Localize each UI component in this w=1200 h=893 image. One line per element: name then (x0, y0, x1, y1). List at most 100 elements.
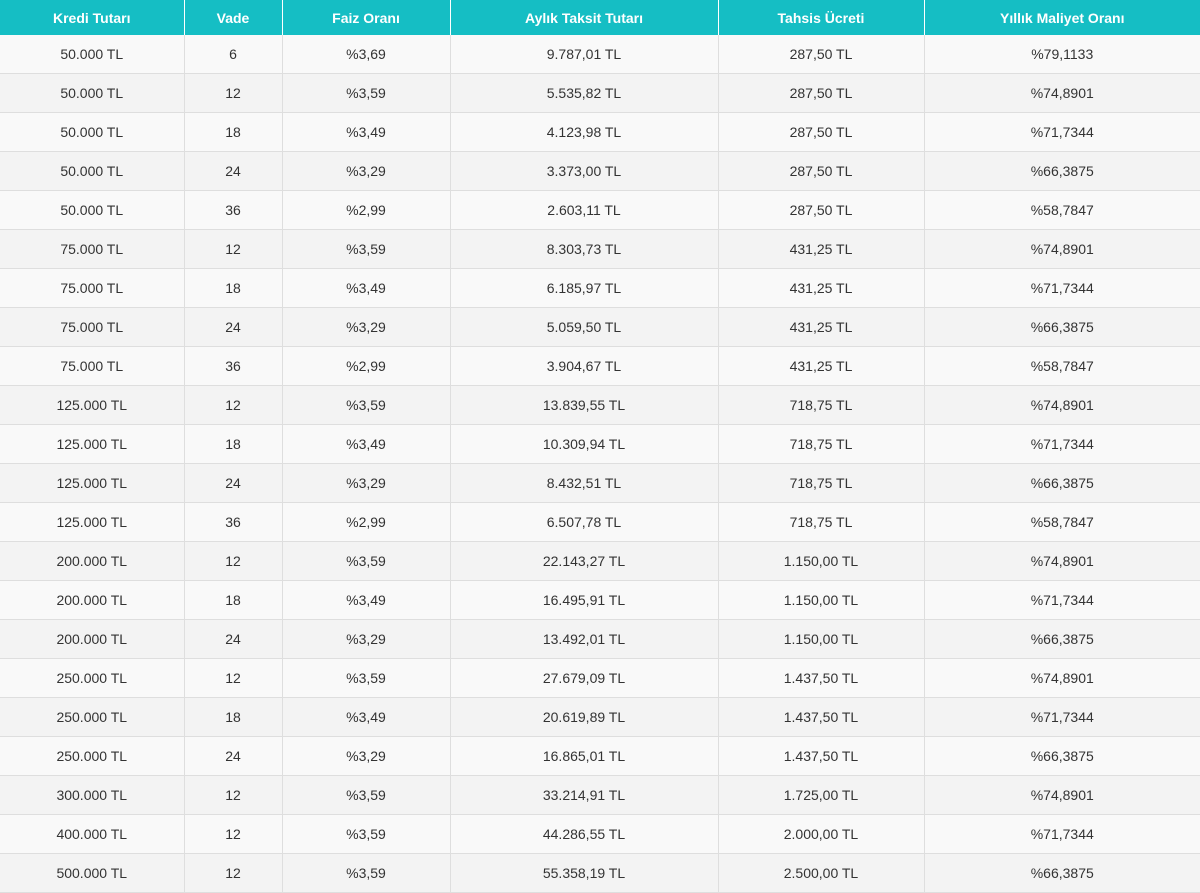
table-row: 50.000 TL 6 %3,69 9.787,01 TL 287,50 TL %79,1… (0, 35, 1200, 74)
cell-kredi-tutari: 400.000 TL (0, 814, 185, 854)
cell-aylik-taksit: 33.214,91 TL (450, 775, 719, 815)
table-row: 400.000 TL 12 %3,59 44.286,55 TL 2.000,00 TL… (0, 814, 1200, 854)
cell-vade: 12 (184, 658, 283, 698)
cell-vade: 12 (184, 775, 283, 815)
cell-faiz-orani: %3,49 (282, 268, 451, 308)
cell-aylik-taksit: 6.507,78 TL (450, 502, 719, 542)
table-header: Kredi Tutarı Vade Faiz Oranı Aylık Taksi… (0, 0, 1200, 35)
cell-tahsis-ucreti: 718,75 TL (718, 385, 925, 425)
cell-aylik-taksit: 4.123,98 TL (450, 112, 719, 152)
cell-tahsis-ucreti: 718,75 TL (718, 502, 925, 542)
cell-tahsis-ucreti: 1.150,00 TL (718, 619, 925, 659)
cell-aylik-taksit: 2.603,11 TL (450, 190, 719, 230)
table-row: 200.000 TL 18 %3,49 16.495,91 TL 1.150,00 TL… (0, 580, 1200, 620)
cell-yillik-maliyet: %74,8901 (924, 658, 1200, 698)
cell-tahsis-ucreti: 431,25 TL (718, 307, 925, 347)
cell-faiz-orani: %3,59 (282, 775, 451, 815)
cell-faiz-orani: %3,49 (282, 112, 451, 152)
cell-yillik-maliyet: %66,3875 (924, 151, 1200, 191)
cell-yillik-maliyet: %74,8901 (924, 73, 1200, 113)
cell-yillik-maliyet: %71,7344 (924, 580, 1200, 620)
cell-tahsis-ucreti: 1.725,00 TL (718, 775, 925, 815)
cell-tahsis-ucreti: 2.000,00 TL (718, 814, 925, 854)
header-tahsis-ucreti: Tahsis Ücreti (718, 0, 925, 35)
cell-vade: 36 (184, 346, 283, 386)
cell-faiz-orani: %3,59 (282, 814, 451, 854)
cell-vade: 6 (184, 35, 283, 74)
cell-tahsis-ucreti: 287,50 TL (718, 112, 925, 152)
cell-kredi-tutari: 125.000 TL (0, 385, 185, 425)
cell-vade: 18 (184, 424, 283, 464)
cell-aylik-taksit: 16.495,91 TL (450, 580, 719, 620)
cell-aylik-taksit: 6.185,97 TL (450, 268, 719, 308)
cell-vade: 18 (184, 268, 283, 308)
table-row: 125.000 TL 24 %3,29 8.432,51 TL 718,75 TL %66… (0, 463, 1200, 503)
header-kredi-tutari: Kredi Tutarı (0, 0, 185, 35)
cell-vade: 36 (184, 190, 283, 230)
cell-yillik-maliyet: %74,8901 (924, 541, 1200, 581)
table-row: 250.000 TL 12 %3,59 27.679,09 TL 1.437,50 TL… (0, 658, 1200, 698)
header-vade: Vade (184, 0, 283, 35)
cell-tahsis-ucreti: 287,50 TL (718, 35, 925, 74)
cell-faiz-orani: %3,29 (282, 151, 451, 191)
header-aylik-taksit: Aylık Taksit Tutarı (450, 0, 719, 35)
cell-tahsis-ucreti: 1.437,50 TL (718, 697, 925, 737)
cell-kredi-tutari: 50.000 TL (0, 190, 185, 230)
cell-aylik-taksit: 10.309,94 TL (450, 424, 719, 464)
table-row: 250.000 TL 18 %3,49 20.619,89 TL 1.437,50 TL… (0, 697, 1200, 737)
cell-vade: 24 (184, 151, 283, 191)
cell-vade: 18 (184, 580, 283, 620)
table-row: 200.000 TL 12 %3,59 22.143,27 TL 1.150,00 TL… (0, 541, 1200, 581)
cell-yillik-maliyet: %58,7847 (924, 502, 1200, 542)
cell-faiz-orani: %3,29 (282, 307, 451, 347)
cell-aylik-taksit: 27.679,09 TL (450, 658, 719, 698)
cell-aylik-taksit: 5.059,50 TL (450, 307, 719, 347)
cell-vade: 24 (184, 307, 283, 347)
cell-kredi-tutari: 50.000 TL (0, 151, 185, 191)
cell-vade: 24 (184, 619, 283, 659)
cell-tahsis-ucreti: 431,25 TL (718, 229, 925, 269)
cell-kredi-tutari: 200.000 TL (0, 541, 185, 581)
cell-faiz-orani: %3,69 (282, 35, 451, 74)
cell-aylik-taksit: 3.904,67 TL (450, 346, 719, 386)
cell-vade: 36 (184, 502, 283, 542)
table-row: 125.000 TL 36 %2,99 6.507,78 TL 718,75 TL %58… (0, 502, 1200, 542)
cell-faiz-orani: %3,29 (282, 463, 451, 503)
cell-aylik-taksit: 22.143,27 TL (450, 541, 719, 581)
loan-table: Kredi Tutarı Vade Faiz Oranı Aylık Taksi… (0, 0, 1200, 893)
cell-faiz-orani: %2,99 (282, 502, 451, 542)
cell-yillik-maliyet: %66,3875 (924, 736, 1200, 776)
table-row: 50.000 TL 24 %3,29 3.373,00 TL 287,50 TL %66,… (0, 151, 1200, 191)
header-row: Kredi Tutarı Vade Faiz Oranı Aylık Taksi… (0, 0, 1200, 35)
cell-kredi-tutari: 50.000 TL (0, 35, 185, 74)
cell-vade: 18 (184, 697, 283, 737)
cell-kredi-tutari: 125.000 TL (0, 502, 185, 542)
table-row: 50.000 TL 12 %3,59 5.535,82 TL 287,50 TL %74,… (0, 73, 1200, 113)
cell-faiz-orani: %2,99 (282, 346, 451, 386)
table-row: 300.000 TL 12 %3,59 33.214,91 TL 1.725,00 TL… (0, 775, 1200, 815)
cell-kredi-tutari: 75.000 TL (0, 229, 185, 269)
cell-vade: 18 (184, 112, 283, 152)
cell-aylik-taksit: 13.839,55 TL (450, 385, 719, 425)
table-row: 250.000 TL 24 %3,29 16.865,01 TL 1.437,50 TL… (0, 736, 1200, 776)
cell-kredi-tutari: 50.000 TL (0, 112, 185, 152)
cell-aylik-taksit: 8.303,73 TL (450, 229, 719, 269)
cell-tahsis-ucreti: 1.150,00 TL (718, 541, 925, 581)
cell-tahsis-ucreti: 287,50 TL (718, 151, 925, 191)
cell-tahsis-ucreti: 718,75 TL (718, 424, 925, 464)
cell-aylik-taksit: 9.787,01 TL (450, 35, 719, 74)
table-row: 125.000 TL 12 %3,59 13.839,55 TL 718,75 TL %7… (0, 385, 1200, 425)
table-row: 50.000 TL 36 %2,99 2.603,11 TL 287,50 TL %58,… (0, 190, 1200, 230)
cell-yillik-maliyet: %79,1133 (924, 35, 1200, 74)
cell-faiz-orani: %3,49 (282, 580, 451, 620)
cell-vade: 12 (184, 229, 283, 269)
cell-faiz-orani: %3,29 (282, 736, 451, 776)
cell-faiz-orani: %3,59 (282, 73, 451, 113)
cell-yillik-maliyet: %74,8901 (924, 775, 1200, 815)
cell-aylik-taksit: 3.373,00 TL (450, 151, 719, 191)
cell-faiz-orani: %3,49 (282, 697, 451, 737)
cell-aylik-taksit: 44.286,55 TL (450, 814, 719, 854)
cell-yillik-maliyet: %66,3875 (924, 307, 1200, 347)
cell-yillik-maliyet: %71,7344 (924, 697, 1200, 737)
header-faiz-orani: Faiz Oranı (282, 0, 451, 35)
